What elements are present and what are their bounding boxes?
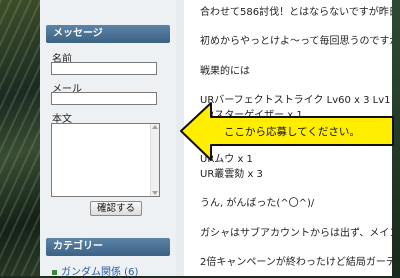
background-right <box>392 0 400 276</box>
column-gap <box>176 0 184 276</box>
name-field[interactable] <box>51 62 157 75</box>
mail-field[interactable] <box>51 92 157 105</box>
category-widget-title: カテゴリー <box>46 238 170 256</box>
background-left <box>0 0 40 276</box>
article-line: うん, がんばった(^〇^)/ <box>200 198 315 209</box>
message-widget-title: メッセージ <box>46 25 170 43</box>
article-line: ガシャはサブアカウントからは出ず、メインのみでした <box>200 228 392 239</box>
article-line: UR叢雲劾 x 3 <box>200 169 263 180</box>
body-textarea[interactable] <box>51 123 160 197</box>
callout-text: ここから応募してください。 <box>224 126 360 138</box>
scroll-up-icon[interactable] <box>152 125 158 129</box>
sidebar: メッセージ 名前 メール 本文 確認する カテゴリー ガンダム関係 (6) <box>40 0 176 278</box>
article-line: 戦果的には <box>200 66 250 77</box>
article-line: 2倍キャンペーンが終わったけど結局ガーティ・ルーは <box>200 257 392 268</box>
article-line: URバーフェクトストライク Lv60 x 3 Lv1 x 1 <box>200 95 392 106</box>
confirm-button[interactable]: 確認する <box>90 201 142 216</box>
article-line: URスターゲイザー x 1 <box>200 110 303 121</box>
textarea-scrollbar[interactable] <box>150 124 159 196</box>
article-line: URムウ x 1 <box>200 154 253 165</box>
bullet-icon <box>52 269 57 275</box>
article-line: SR <box>200 120 214 131</box>
article-line: 初めからやっとけよ〜って毎回思うのですが性格でし <box>200 36 392 47</box>
category-link-label[interactable]: ガンダム関係 (6) <box>61 267 138 278</box>
scroll-down-icon[interactable] <box>152 191 158 195</box>
article-line: 合わせて586討伐！とはならないですが昨日の夜か <box>200 7 392 18</box>
